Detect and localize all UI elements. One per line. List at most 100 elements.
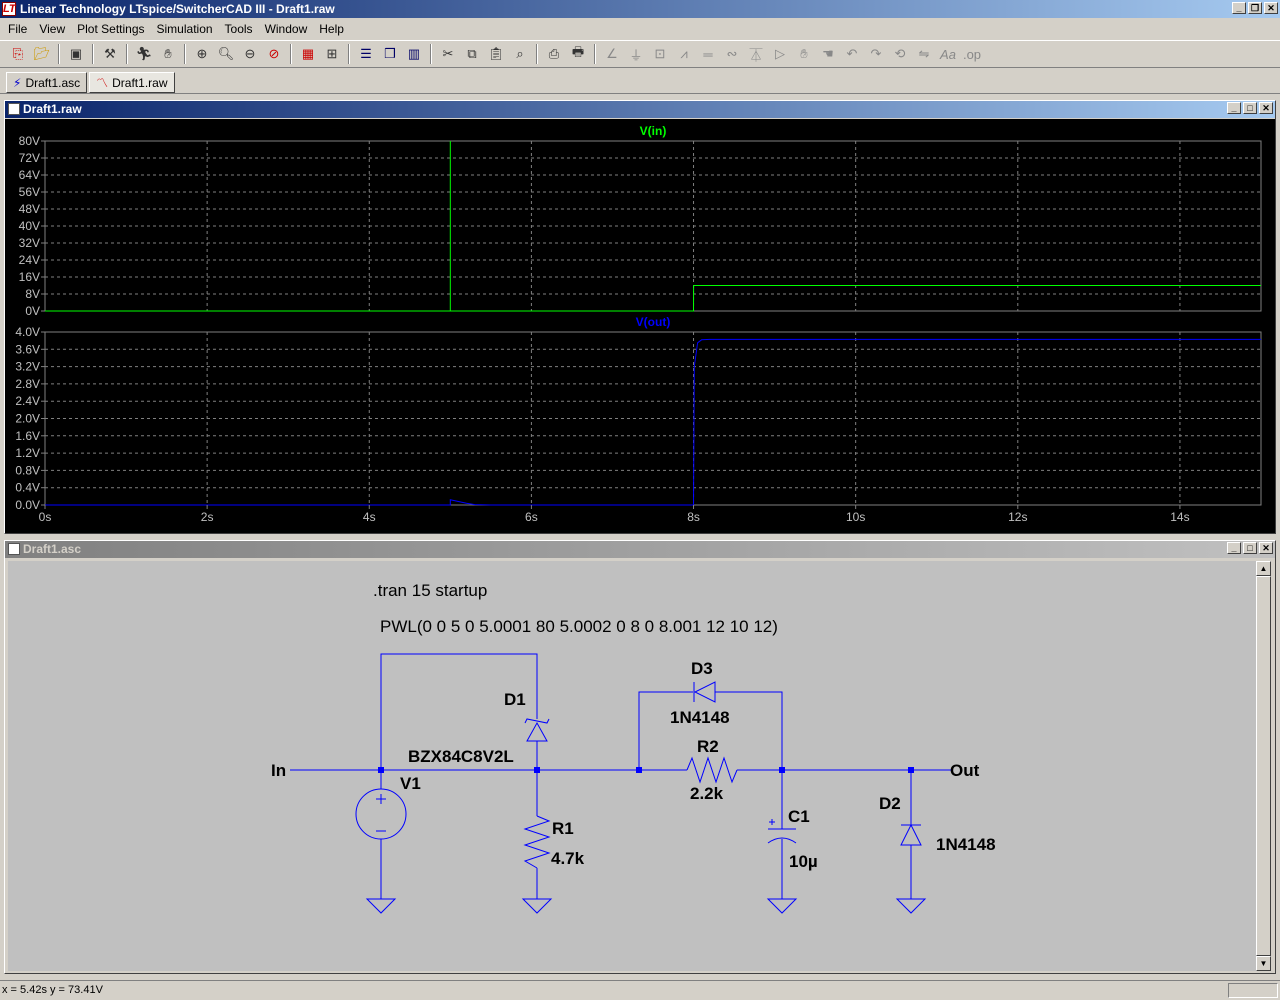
cascade-icon[interactable]: ❒ [380, 44, 400, 64]
net-label-in[interactable]: In [271, 761, 286, 780]
copy-icon[interactable]: ⧉ [462, 44, 482, 64]
menu-view[interactable]: View [33, 22, 71, 36]
scroll-thumb[interactable] [1256, 576, 1271, 956]
save-icon[interactable]: ▣ [66, 44, 86, 64]
inductor-icon[interactable]: ∾ [722, 44, 742, 64]
wire-icon[interactable]: ∠ [602, 44, 622, 64]
plot-pane-vin[interactable]: 0V 8V 16V 24V 32V 40V 48V 56V 64V 72V 80V V(in) [19, 124, 1262, 318]
cut-icon[interactable]: ✂ [438, 44, 458, 64]
restore-icon[interactable]: ❐ [1248, 2, 1262, 14]
drag-icon[interactable]: ☚ [818, 44, 838, 64]
control-panel-icon[interactable]: ⚒ [100, 44, 120, 64]
open-icon[interactable]: 📂︎ [32, 44, 52, 64]
r2-ref[interactable]: R2 [697, 737, 719, 756]
minimize-icon[interactable]: _ [1232, 2, 1246, 14]
paste-icon[interactable]: 📋︎ [486, 44, 506, 64]
plot-window[interactable]: Draft1.raw _ □ ✕ 0V 8V 16V 24V 32V 40V 48V 56V 6… [4, 100, 1276, 534]
wire [638, 691, 693, 770]
d3-value[interactable]: 1N4148 [670, 708, 730, 727]
schematic-drawing[interactable]: .tran 15 startup PWL(0 0 5 0 5.0001 80 5… [8, 561, 1256, 971]
tile-horizontal-icon[interactable]: ☰ [356, 44, 376, 64]
diode-d3[interactable] [693, 681, 716, 703]
trace-title: V(in) [640, 124, 667, 138]
menu-tools[interactable]: Tools [219, 22, 259, 36]
diode-icon[interactable]: ⏄ [746, 44, 766, 64]
r1-ref[interactable]: R1 [552, 819, 574, 838]
text-icon[interactable]: Aa [938, 44, 958, 64]
tab-draft1-raw[interactable]: 〽 Draft1.raw [89, 72, 175, 93]
new-schematic-icon[interactable]: ⎘ [8, 44, 28, 64]
plot-window-caption[interactable]: Draft1.raw _ □ ✕ [5, 101, 1275, 118]
mirror-icon[interactable]: ⇋ [914, 44, 934, 64]
zoom-out-icon[interactable]: ⊖ [240, 44, 260, 64]
zoom-area-icon[interactable]: 🔍︎ [216, 44, 236, 64]
resistor-r2[interactable] [686, 756, 738, 784]
d1-value[interactable]: BZX84C8V2L [408, 747, 514, 766]
rotate-icon[interactable]: ⟲ [890, 44, 910, 64]
d2-ref[interactable]: D2 [879, 794, 901, 813]
menu-help[interactable]: Help [313, 22, 350, 36]
maximize-icon[interactable]: □ [1243, 102, 1257, 114]
plot-pane-vout[interactable]: 0.0V 0.4V 0.8V 1.2V 1.6V 2.0V 2.4V 2.8V 3.2V 3.6V… [15, 315, 1262, 524]
minimize-icon[interactable]: _ [1227, 542, 1241, 554]
label-icon[interactable]: ⊡ [650, 44, 670, 64]
print-icon[interactable]: 🖶︎ [568, 44, 588, 64]
zoom-in-icon[interactable]: ⊕ [192, 44, 212, 64]
scroll-down-icon[interactable]: ▼ [1256, 956, 1271, 971]
vertical-scrollbar[interactable]: ▲ ▼ [1256, 561, 1271, 971]
zoom-cancel-icon[interactable]: ⊘ [264, 44, 284, 64]
diode-d2[interactable] [900, 823, 922, 846]
menu-simulation[interactable]: Simulation [151, 22, 219, 36]
ground-icon[interactable]: ⏚ [626, 44, 646, 64]
pan-icon[interactable]: ✋︎ [158, 44, 178, 64]
menu-plot-settings[interactable]: Plot Settings [71, 22, 150, 36]
spice-directive[interactable]: .tran 15 startup [373, 581, 487, 600]
junction [636, 767, 642, 773]
junction [378, 767, 384, 773]
print-preview-icon[interactable]: ⎙ [544, 44, 564, 64]
window-title-bar[interactable]: LT Linear Technology LTspice/SwitcherCAD… [0, 0, 1280, 18]
resistor-icon[interactable]: ⩘ [674, 44, 694, 64]
y-tick-label: 40V [19, 219, 40, 233]
close-icon[interactable]: ✕ [1259, 542, 1273, 554]
redo-icon[interactable]: ↷ [866, 44, 886, 64]
c1-ref[interactable]: C1 [788, 807, 810, 826]
close-icon[interactable]: ✕ [1264, 2, 1278, 14]
run-icon[interactable]: 🏃︎ [134, 44, 154, 64]
net-label-out[interactable]: Out [950, 761, 980, 780]
r2-value[interactable]: 2.2k [690, 784, 724, 803]
d1-ref[interactable]: D1 [504, 690, 526, 709]
schematic-window-caption[interactable]: Draft1.asc _ □ ✕ [5, 541, 1275, 558]
voltage-source-v1[interactable] [355, 788, 407, 840]
minimize-icon[interactable]: _ [1227, 102, 1241, 114]
resistor-r1[interactable] [523, 815, 551, 869]
cursor-readout: x = 5.42s y = 73.41V [2, 984, 103, 996]
autorange-icon[interactable]: ▦ [298, 44, 318, 64]
spice-directive-icon[interactable]: .op [962, 44, 982, 64]
source-value[interactable]: PWL(0 0 5 0 5.0001 80 5.0002 0 8 0 8.001… [380, 617, 778, 636]
menu-window[interactable]: Window [259, 22, 314, 36]
tab-draft1-asc[interactable]: ⚡︎ Draft1.asc [6, 72, 88, 93]
y-tick-label: 2.0V [15, 412, 40, 426]
component-icon[interactable]: ▷ [770, 44, 790, 64]
c1-value[interactable]: 10µ [789, 852, 818, 871]
close-icon[interactable]: ✕ [1259, 102, 1273, 114]
r1-value[interactable]: 4.7k [551, 849, 585, 868]
undo-icon[interactable]: ↶ [842, 44, 862, 64]
find-icon[interactable]: ⌕ [510, 44, 530, 64]
maximize-icon[interactable]: □ [1243, 542, 1257, 554]
schematic-canvas[interactable]: .tran 15 startup PWL(0 0 5 0 5.0001 80 5… [8, 561, 1256, 971]
app-logo-icon: LT [2, 2, 16, 16]
d3-ref[interactable]: D3 [691, 659, 713, 678]
grid-icon[interactable]: ⊞ [322, 44, 342, 64]
trace-title: V(out) [636, 315, 671, 329]
capacitor-icon[interactable]: ═ [698, 44, 718, 64]
waveform-plot[interactable]: 0V 8V 16V 24V 32V 40V 48V 56V 64V 72V 80V V(in) 0.0… [5, 119, 1275, 533]
menu-file[interactable]: File [2, 22, 33, 36]
v1-ref[interactable]: V1 [400, 774, 421, 793]
move-icon[interactable]: ✋︎ [794, 44, 814, 64]
d2-value[interactable]: 1N4148 [936, 835, 996, 854]
scroll-up-icon[interactable]: ▲ [1256, 561, 1271, 576]
zener-diode-d1[interactable] [524, 718, 550, 742]
tile-vertical-icon[interactable]: ▥ [404, 44, 424, 64]
